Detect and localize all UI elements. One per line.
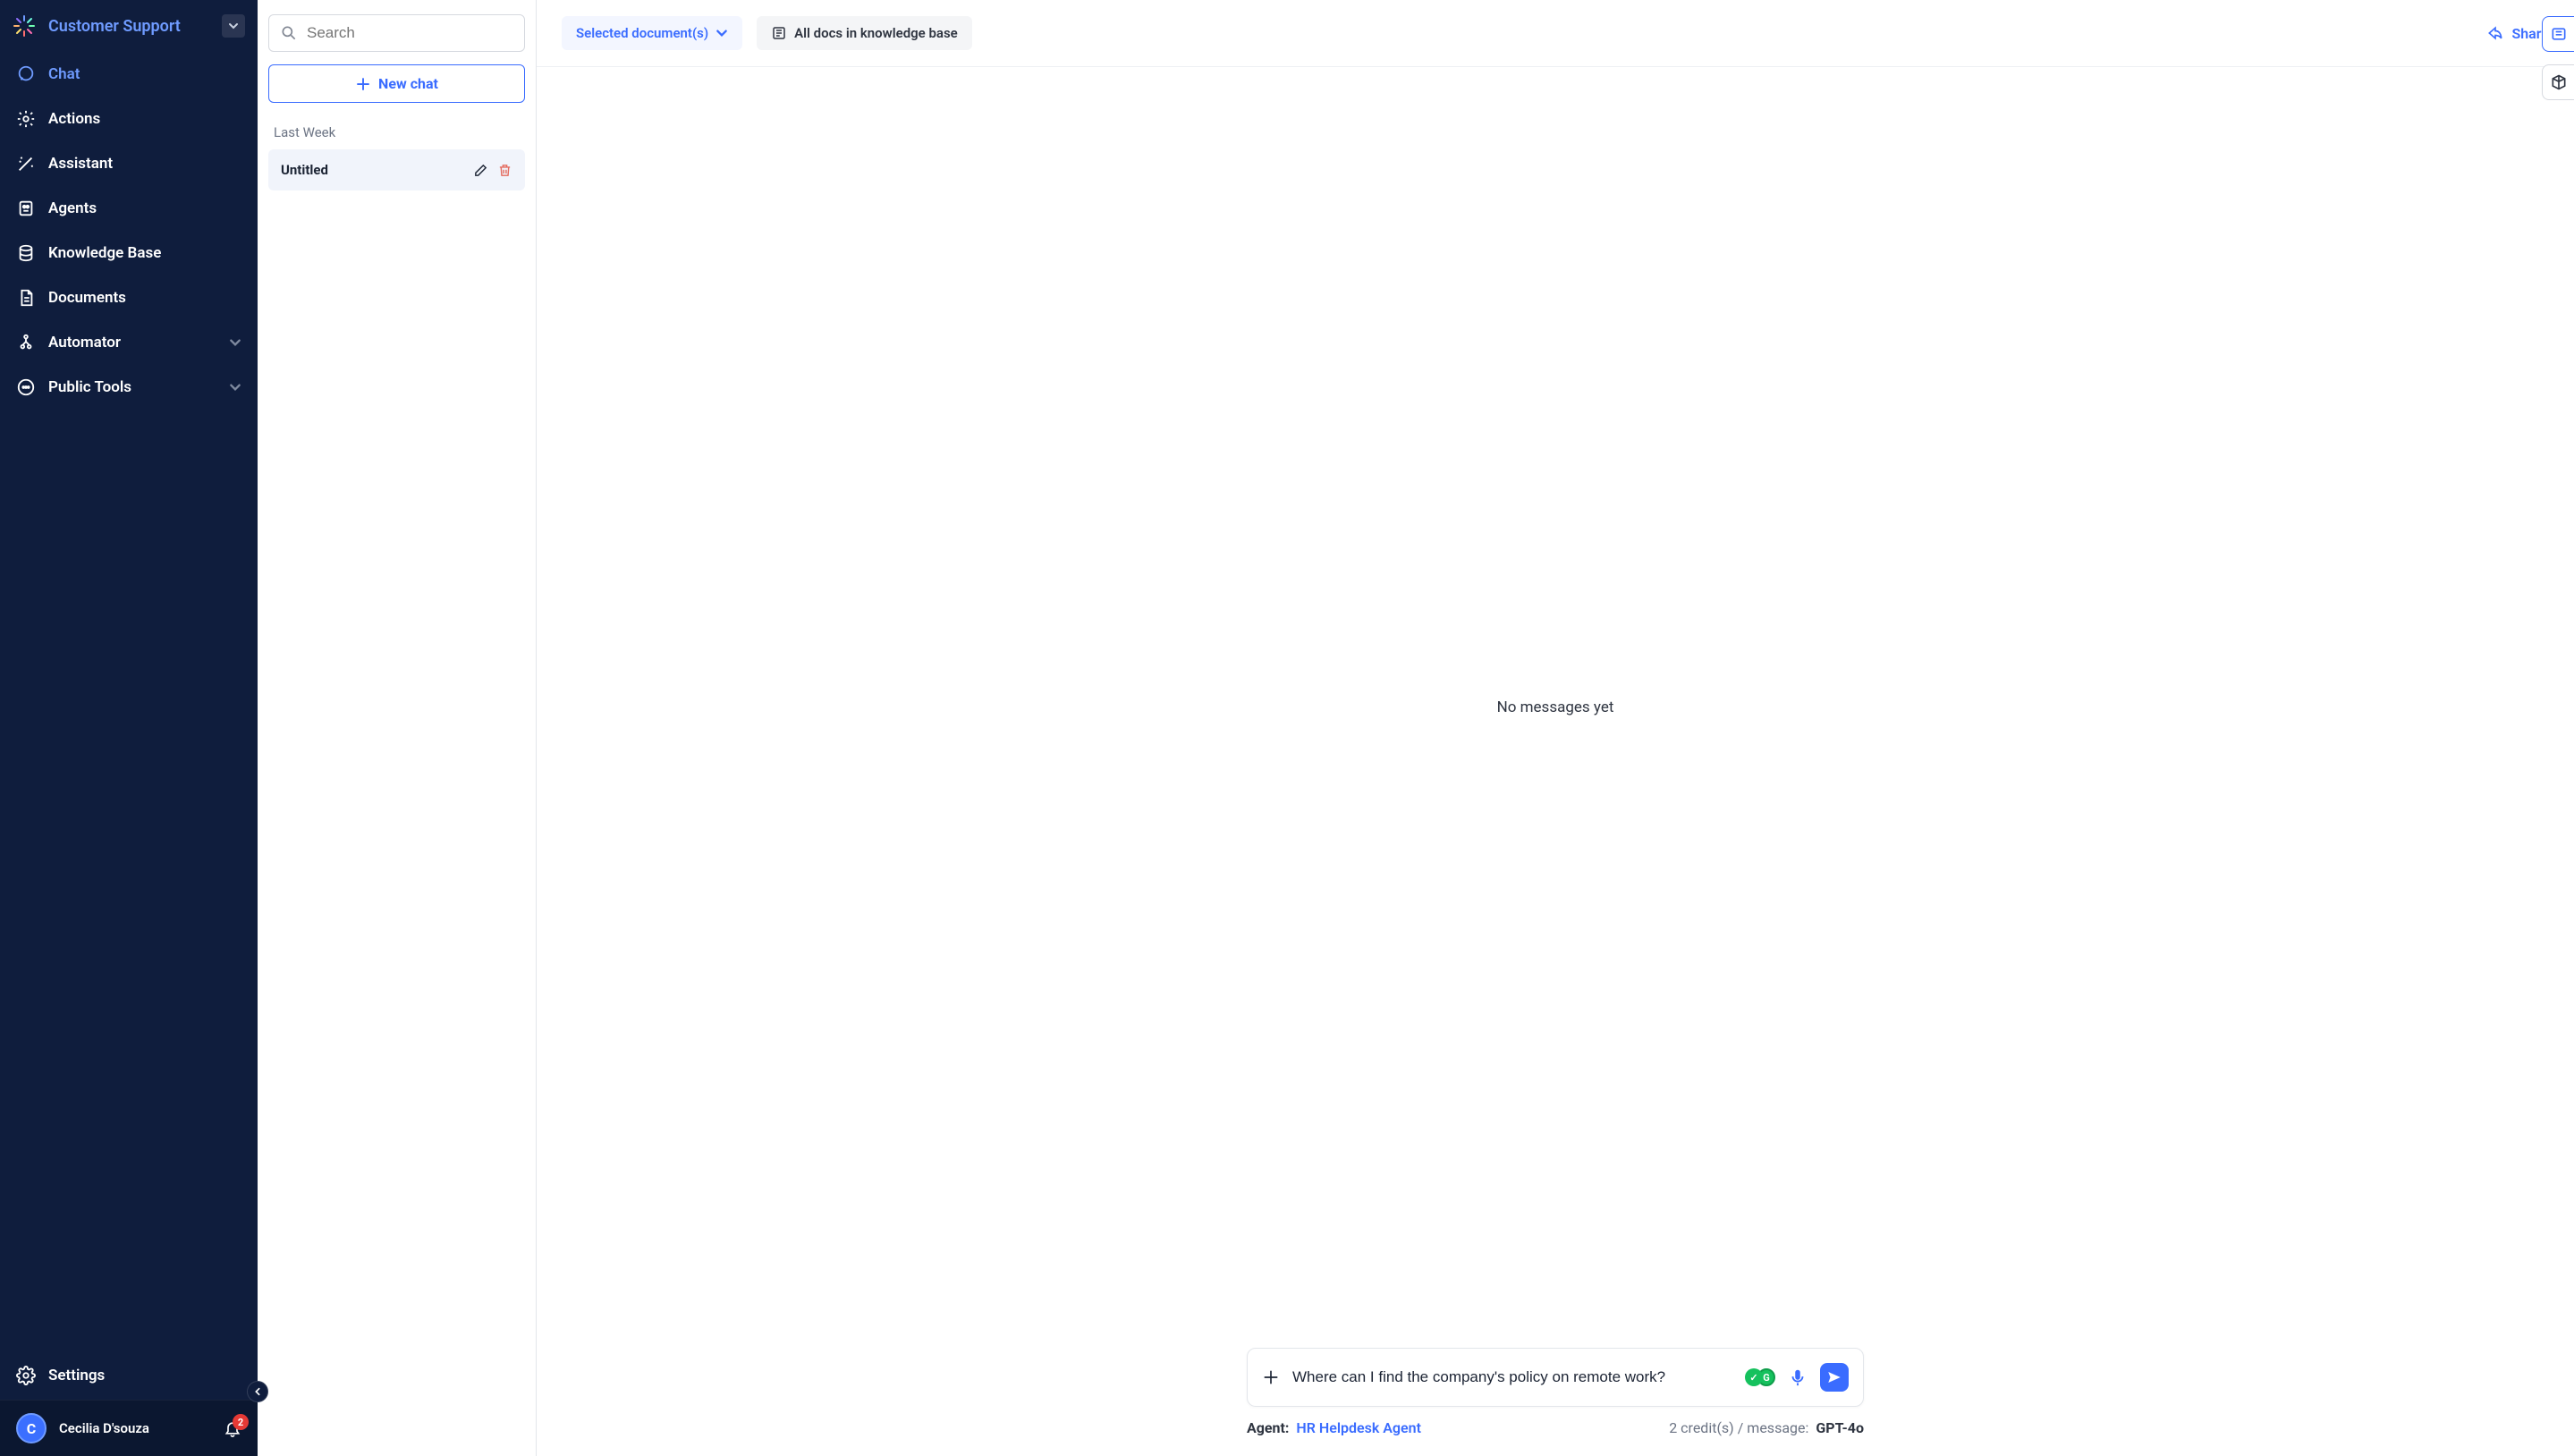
user-name: Cecilia D'souza xyxy=(59,1420,149,1436)
chevron-down-icon xyxy=(229,336,241,349)
database-icon xyxy=(16,243,36,263)
settings-icon xyxy=(16,1366,36,1385)
sidebar-item-documents[interactable]: Documents xyxy=(0,275,258,320)
rail-documents-button[interactable] xyxy=(2542,16,2574,52)
sidebar-item-agents[interactable]: Agents xyxy=(0,186,258,231)
chat-list-panel: New chat Last Week Untitled xyxy=(258,0,537,1456)
all-docs-label: All docs in knowledge base xyxy=(794,25,958,41)
plus-icon xyxy=(1262,1368,1280,1386)
search-input-wrapper[interactable] xyxy=(268,14,525,52)
sidebar-item-label: Actions xyxy=(48,110,100,128)
all-docs-button[interactable]: All docs in knowledge base xyxy=(757,16,972,50)
main-panel: Selected document(s) All docs in knowled… xyxy=(537,0,2574,1456)
search-icon xyxy=(280,24,298,42)
sidebar-item-chat[interactable]: Chat xyxy=(0,52,258,97)
avatar: C xyxy=(16,1413,47,1443)
right-rail xyxy=(2542,16,2574,100)
workspace-title: Customer Support xyxy=(48,17,211,36)
share-icon xyxy=(2486,24,2504,42)
workspace-switcher-button[interactable] xyxy=(222,14,245,38)
grammarly-widget[interactable]: ✓ G xyxy=(1745,1368,1775,1386)
sidebar-item-knowledge-base[interactable]: Knowledge Base xyxy=(0,231,258,275)
workspace-logo-icon xyxy=(11,13,38,39)
selected-documents-dropdown[interactable]: Selected document(s) xyxy=(562,16,742,50)
chevron-down-icon xyxy=(715,27,728,39)
automator-icon xyxy=(16,333,36,352)
model-selector[interactable]: GPT-4o xyxy=(1816,1419,1864,1436)
sidebar-item-label: Assistant xyxy=(48,155,113,173)
chevron-left-icon xyxy=(253,1387,262,1396)
sidebar-item-label: Documents xyxy=(48,289,126,307)
credits-text: 2 credit(s) / message: xyxy=(1669,1419,1808,1436)
agent-selector[interactable]: HR Helpdesk Agent xyxy=(1296,1419,1421,1436)
user-row[interactable]: C Cecilia D'souza 2 xyxy=(0,1400,258,1456)
workspace-header[interactable]: Customer Support xyxy=(0,0,258,52)
pencil-icon xyxy=(473,163,488,178)
chat-group-label: Last Week xyxy=(274,124,520,140)
agent-label: Agent: xyxy=(1247,1419,1289,1436)
new-chat-button[interactable]: New chat xyxy=(268,64,525,103)
composer-area: ✓ G Agent: HR Helpdesk Agent 2 credit(s)… xyxy=(537,1348,2574,1456)
chat-icon xyxy=(16,64,36,84)
sidebar-item-public-tools[interactable]: Public Tools xyxy=(0,365,258,410)
sidebar-item-label: Public Tools xyxy=(48,378,131,396)
caret-down-icon xyxy=(228,21,239,31)
delete-chat-button[interactable] xyxy=(497,163,512,178)
voice-input-button[interactable] xyxy=(1788,1367,1808,1387)
sidebar: Customer Support Chat Actions Assistant xyxy=(0,0,258,1456)
new-chat-label: New chat xyxy=(378,75,438,92)
chat-title: Untitled xyxy=(281,162,464,178)
rail-settings-button[interactable] xyxy=(2542,64,2574,100)
topbar: Selected document(s) All docs in knowled… xyxy=(537,0,2574,67)
sidebar-item-label: Chat xyxy=(48,65,80,83)
composer: ✓ G xyxy=(1247,1348,1864,1407)
notifications-button[interactable]: 2 xyxy=(224,1419,241,1437)
send-button[interactable] xyxy=(1820,1363,1849,1392)
sidebar-item-label: Automator xyxy=(48,334,121,351)
composer-meta: Agent: HR Helpdesk Agent 2 credit(s) / m… xyxy=(1247,1419,1864,1436)
trash-icon xyxy=(497,163,512,178)
document-icon xyxy=(16,288,36,308)
sidebar-item-settings[interactable]: Settings xyxy=(0,1351,258,1400)
send-icon xyxy=(1826,1369,1842,1385)
chat-list-item[interactable]: Untitled xyxy=(268,149,525,190)
selected-documents-label: Selected document(s) xyxy=(576,25,708,41)
library-icon xyxy=(771,25,787,41)
wand-icon xyxy=(16,154,36,174)
chat-body: No messages yet xyxy=(537,67,2574,1348)
sidebar-nav: Chat Actions Assistant Agents Knowledge … xyxy=(0,52,258,1351)
attach-button[interactable] xyxy=(1262,1368,1280,1386)
sidebar-item-label: Agents xyxy=(48,199,97,217)
tools-icon xyxy=(16,377,36,397)
message-input[interactable] xyxy=(1292,1368,1732,1386)
agents-icon xyxy=(16,199,36,218)
empty-state-text: No messages yet xyxy=(1497,698,1614,716)
microphone-icon xyxy=(1788,1367,1808,1387)
sidebar-item-actions[interactable]: Actions xyxy=(0,97,258,141)
plus-icon xyxy=(355,76,371,92)
stack-icon xyxy=(2550,25,2568,43)
sidebar-item-assistant[interactable]: Assistant xyxy=(0,141,258,186)
search-input[interactable] xyxy=(307,24,513,42)
collapse-sidebar-button[interactable] xyxy=(247,1381,268,1402)
gear-icon xyxy=(16,109,36,129)
sidebar-item-automator[interactable]: Automator xyxy=(0,320,258,365)
chevron-down-icon xyxy=(229,381,241,394)
cube-icon xyxy=(2550,73,2568,91)
grammarly-shield-icon: ✓ xyxy=(1745,1368,1763,1386)
share-button[interactable]: Share xyxy=(2486,24,2549,42)
sidebar-item-label: Knowledge Base xyxy=(48,244,161,262)
notification-badge: 2 xyxy=(233,1414,249,1430)
rename-chat-button[interactable] xyxy=(473,163,488,178)
settings-label: Settings xyxy=(48,1367,105,1384)
